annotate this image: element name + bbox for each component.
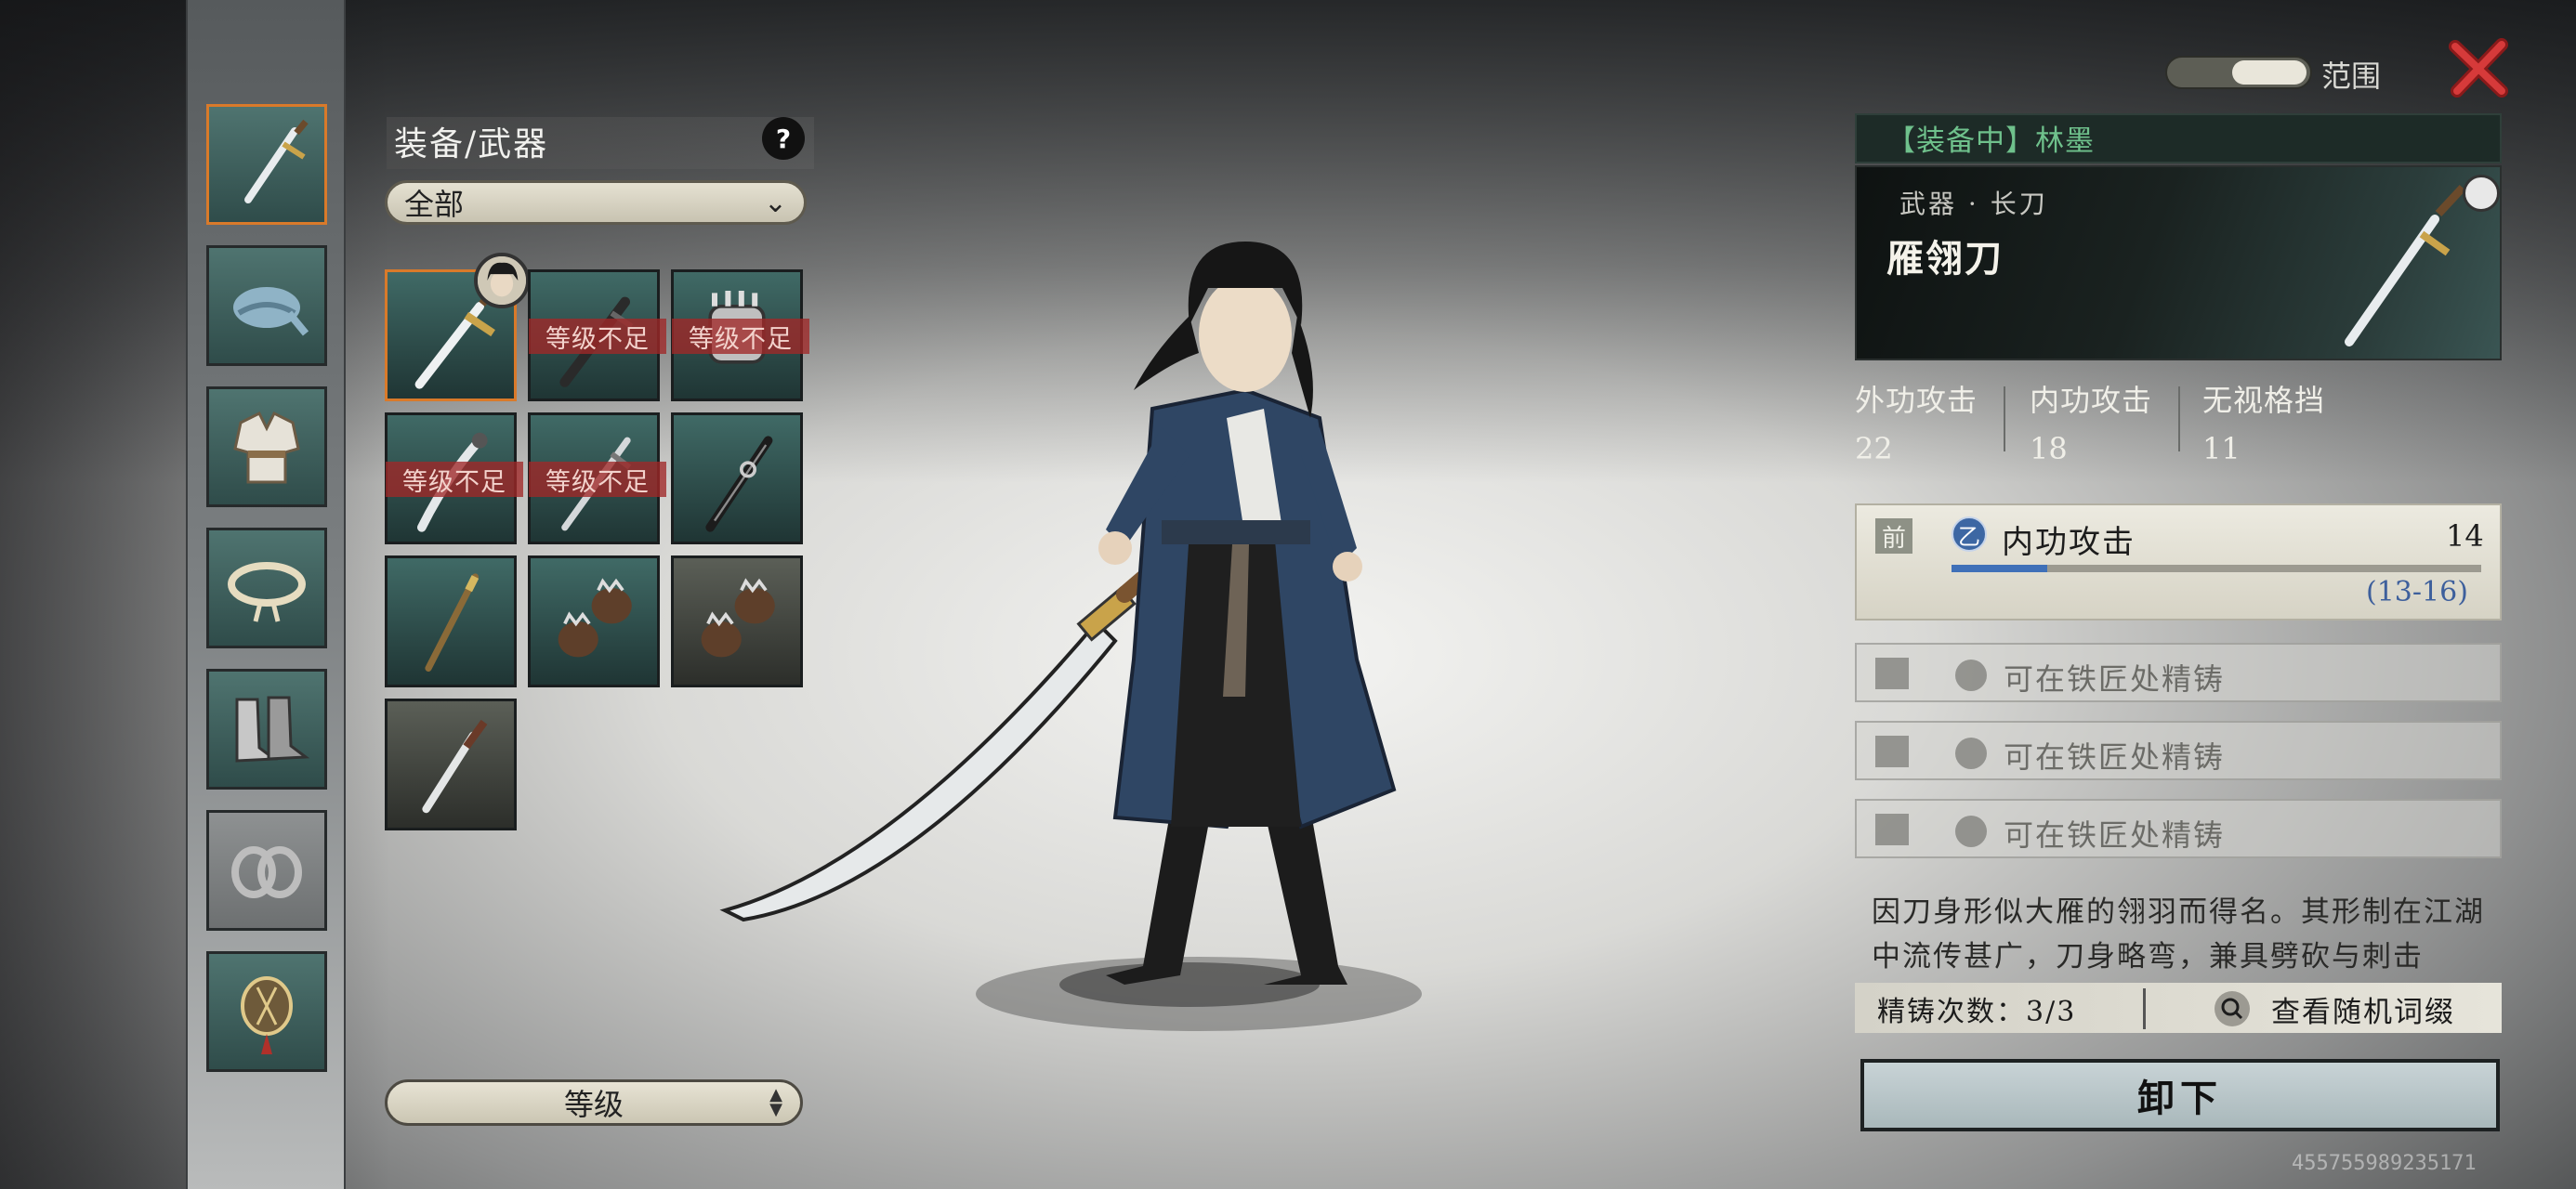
refine-count: 精铸次数：3/3: [1877, 996, 2077, 1028]
refine-slot-tag: [1875, 658, 1909, 689]
inventory-title: 装备/武器: [394, 125, 549, 163]
inventory-item-8[interactable]: [528, 555, 660, 687]
slot-boots[interactable]: [206, 669, 327, 790]
attribute-value: 14: [2446, 518, 2484, 554]
slot-belt[interactable]: [206, 528, 327, 648]
weapon-description: 因刀身形似大雁的翎羽而得名。其形制在江湖中流传甚广，刀身略弯，兼具劈砍与刺击: [1872, 895, 2485, 973]
equipped-by-label: 【装备中】林墨: [1886, 124, 2095, 158]
attribute-range: (13-16): [2366, 576, 2468, 608]
boots-icon: [235, 696, 310, 763]
refine-slot-gem-icon: [1955, 816, 1987, 847]
close-icon[interactable]: [2448, 37, 2509, 98]
inventory-item-4[interactable]: 等级不足: [385, 412, 523, 544]
staff-icon: [425, 573, 480, 672]
bracer-icon: [231, 846, 302, 898]
stat-inner-attack: 内功攻击 18: [2030, 377, 2152, 466]
attribute-name: 内功攻击: [2002, 524, 2136, 561]
range-label: 范围: [2321, 59, 2382, 94]
toggle-knob: [2232, 60, 2307, 85]
attribute-progress-fill: [1952, 565, 2047, 572]
weapon-type: 武器 · 长刀: [1899, 189, 2048, 219]
refine-slot-tag: [1875, 814, 1909, 845]
attribute-progress-bar: [1952, 565, 2481, 572]
belt-icon: [228, 562, 306, 622]
inventory-item-7[interactable]: [385, 555, 517, 687]
headband-icon: [233, 287, 309, 336]
slot-weapon[interactable]: [206, 104, 327, 225]
character-portrait-icon: [478, 256, 526, 305]
character-illustration: [719, 242, 1422, 1031]
refine-slot-gem-icon: [1955, 660, 1987, 691]
stat-outer-attack: 外功攻击 22: [1855, 377, 1978, 466]
stat-value: 11: [2202, 431, 2241, 466]
sort-value: 等级: [563, 1087, 624, 1122]
weapon-name: 雁翎刀: [1886, 237, 2004, 281]
stat-label: 无视格挡: [2202, 383, 2326, 418]
attribute-grade-icon: 乙: [1952, 516, 1987, 552]
refine-slot-text: 可在铁匠处精铸: [2004, 739, 2226, 775]
view-random-affix-link[interactable]: 查看随机词缀: [2271, 988, 2455, 1030]
inventory-item-5[interactable]: 等级不足: [528, 412, 666, 544]
refine-slot-text: 可在铁匠处精铸: [2004, 817, 2226, 853]
search-icon[interactable]: [2214, 990, 2251, 1027]
accessory-icon: [241, 976, 293, 1054]
equipped-character-avatar: [474, 253, 530, 308]
help-icon[interactable]: ?: [762, 117, 805, 160]
refine-info-divider: [2143, 988, 2146, 1029]
refine-slot-text: 可在铁匠处精铸: [2004, 661, 2226, 697]
unequip-label: 卸下: [2137, 1077, 2223, 1120]
level-insufficient-badge: 等级不足: [386, 462, 523, 497]
spiked-fists-icon: [558, 578, 632, 658]
dagger-icon: [422, 719, 488, 814]
weapon-stats: 外功攻击 22 内功攻击 18 无视格挡 11: [1855, 368, 2502, 479]
lock-icon[interactable]: [2463, 175, 2500, 212]
stat-divider: [2178, 386, 2180, 451]
level-insufficient-badge: 等级不足: [529, 319, 666, 354]
sort-arrows-icon: ▲ ▼: [769, 1085, 782, 1119]
slot-accessory[interactable]: [206, 951, 327, 1072]
refine-slot-1[interactable]: 可在铁匠处精铸: [1855, 643, 2502, 702]
weapon-slot-icon: [244, 119, 309, 203]
stat-value: 18: [2030, 431, 2068, 466]
slot-armor[interactable]: [206, 386, 327, 507]
slot-bracer[interactable]: [206, 810, 327, 931]
inventory-item-10[interactable]: [385, 699, 517, 830]
range-toggle[interactable]: [2165, 56, 2312, 89]
filter-value: 全部: [404, 187, 465, 222]
attribute-tag: 前: [1875, 518, 1912, 554]
refine-slot-3[interactable]: 可在铁匠处精铸: [1855, 799, 2502, 858]
watermark: 455755989235171: [2292, 1152, 2477, 1175]
armor-icon: [233, 411, 300, 484]
level-insufficient-badge: 等级不足: [529, 462, 666, 497]
weapon-preview-icon: [2345, 184, 2466, 346]
stat-ignore-block: 无视格挡 11: [2202, 377, 2325, 466]
stat-label: 内功攻击: [2030, 383, 2153, 418]
refine-slot-gem-icon: [1955, 738, 1987, 769]
stat-value: 22: [1855, 431, 1893, 466]
stat-label: 外功攻击: [1855, 383, 1978, 418]
stat-divider: [2004, 386, 2005, 451]
inventory-item-2[interactable]: 等级不足: [528, 269, 666, 401]
sort-dropdown[interactable]: 等级 ▲ ▼: [385, 1079, 803, 1126]
unequip-button[interactable]: 卸下: [1860, 1059, 2500, 1131]
slot-headwear[interactable]: [206, 245, 327, 366]
refine-slot-2[interactable]: 可在铁匠处精铸: [1855, 721, 2502, 780]
refine-slot-tag: [1875, 736, 1909, 767]
